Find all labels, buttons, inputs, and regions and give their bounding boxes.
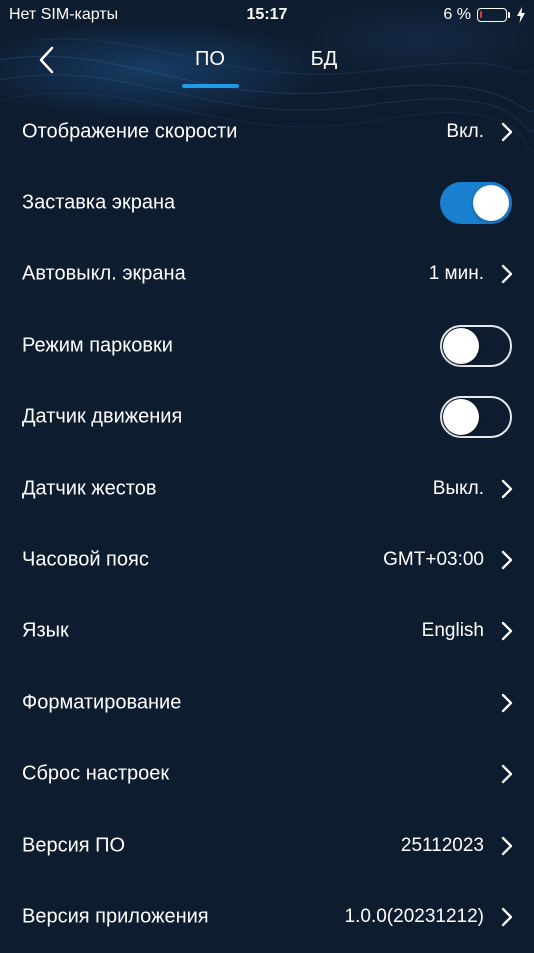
settings-row[interactable]: Форматирование (0, 667, 534, 738)
chevron-right-icon (500, 478, 514, 500)
settings-row[interactable]: Автовыкл. экрана 1 мин. (0, 239, 534, 310)
settings-row-value: 25112023 (400, 834, 484, 856)
chevron-right-icon (500, 692, 514, 714)
settings-row-label: Заставка экрана (22, 191, 176, 214)
settings-row[interactable]: Язык English (0, 596, 534, 667)
toggle-switch[interactable] (440, 182, 512, 225)
settings-row-label: Часовой пояс (22, 548, 149, 571)
toggle-knob (443, 327, 479, 364)
settings-row[interactable]: Часовой пояс GMT+03:00 (0, 524, 534, 595)
battery-level-fill (480, 11, 482, 18)
chevron-right-icon (500, 835, 514, 857)
settings-row-value: English (421, 620, 484, 642)
tab-po[interactable]: ПО (180, 48, 240, 71)
chevron-right-icon (500, 620, 514, 642)
active-tab-indicator (182, 84, 239, 88)
settings-row[interactable]: Датчик жестов Выкл. (0, 453, 534, 524)
settings-row-value: 1 мин. (428, 263, 484, 285)
settings-row[interactable]: Режим парковки (0, 310, 534, 381)
settings-row[interactable]: Отображение скорости Вкл. (0, 96, 534, 167)
back-button[interactable] (30, 42, 66, 78)
chevron-right-icon (500, 121, 514, 143)
toggle-knob (473, 185, 509, 222)
toggle-switch[interactable] (440, 324, 512, 367)
settings-row-label: Автовыкл. экрана (22, 262, 186, 285)
settings-list: Отображение скорости Вкл. Заставка экрана А… (0, 96, 534, 953)
settings-row-value: Выкл. (432, 477, 484, 499)
chevron-right-icon (500, 263, 514, 285)
settings-row[interactable]: Версия приложения 1.0.0(20231212) (0, 881, 534, 952)
settings-row[interactable]: Версия ПО 25112023 (0, 810, 534, 881)
settings-row-label: Датчик жестов (22, 477, 157, 500)
chevron-right-icon (500, 549, 514, 571)
charging-bolt-icon (517, 7, 525, 23)
settings-row[interactable]: Заставка экрана (0, 167, 534, 238)
settings-row-value: 1.0.0(20231212) (344, 905, 484, 927)
battery-icon (477, 8, 507, 22)
battery-percent: 6 % (443, 6, 471, 23)
chevron-right-icon (500, 906, 514, 928)
settings-row-label: Сброс настроек (22, 762, 170, 785)
settings-row-label: Отображение скорости (22, 120, 238, 143)
settings-row-label: Язык (22, 619, 69, 642)
toggle-switch[interactable] (440, 396, 512, 439)
chevron-right-icon (500, 763, 514, 785)
settings-row-value: Вкл. (446, 120, 484, 142)
tab-bd[interactable]: БД (294, 48, 354, 71)
settings-row-label: Режим парковки (22, 334, 173, 357)
settings-row[interactable]: Сброс настроек (0, 739, 534, 810)
settings-row-label: Форматирование (22, 691, 182, 714)
battery-tip (508, 12, 510, 18)
chevron-left-icon (39, 46, 54, 74)
settings-row[interactable]: Датчик движения (0, 382, 534, 453)
toggle-knob (443, 399, 479, 436)
settings-row-label: Датчик движения (22, 405, 183, 428)
settings-row-value: GMT+03:00 (383, 549, 484, 571)
settings-row-label: Версия ПО (22, 834, 126, 857)
status-bar: Нет SIM-карты 15:17 6 % (0, 0, 534, 30)
settings-row-label: Версия приложения (22, 905, 209, 928)
